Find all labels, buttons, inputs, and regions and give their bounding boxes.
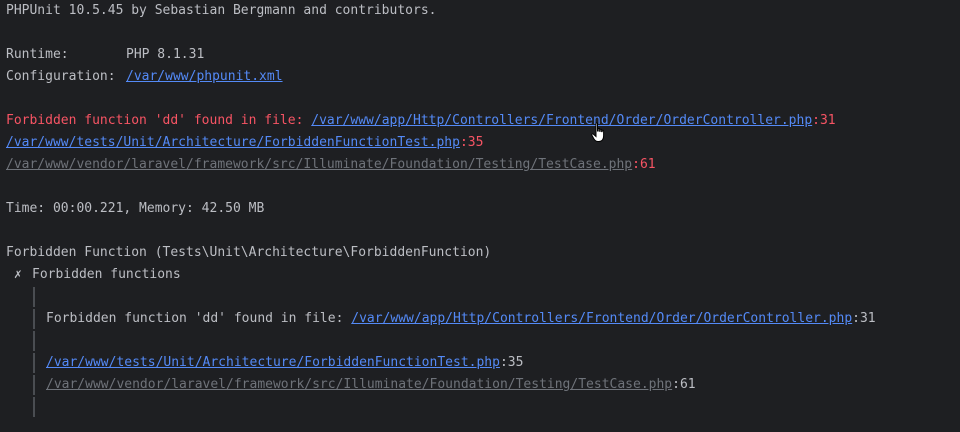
trace-line-number: :61 xyxy=(632,157,656,172)
indent-bar xyxy=(33,397,35,417)
trace-line: /var/www/vendor/laravel/framework/src/Il… xyxy=(6,154,954,176)
detail-line xyxy=(6,330,954,352)
test-name: Forbidden functions xyxy=(32,267,181,282)
time-memory-summary: Time: 00:00.221, Memory: 42.50 MB xyxy=(6,201,265,216)
detail-line xyxy=(6,286,954,308)
error-line: Forbidden function 'dd' found in file: /… xyxy=(6,110,954,132)
detail-trace-line-number: :61 xyxy=(672,377,696,392)
indent-bar xyxy=(33,287,35,307)
fail-cross-icon: ✗ xyxy=(14,267,22,282)
trace-line-number: :35 xyxy=(459,135,484,150)
indent-bar xyxy=(33,375,35,395)
trace-file-link[interactable]: /var/www/tests/Unit/Architecture/Forbidd… xyxy=(6,135,460,150)
error-file-link[interactable]: /var/www/app/Http/Controllers/Frontend/O… xyxy=(311,113,812,128)
indent-bar xyxy=(33,353,35,373)
error-line-number: :31 xyxy=(812,113,836,128)
detail-line-number: :31 xyxy=(852,311,876,326)
trace-file-link[interactable]: /var/www/vendor/laravel/framework/src/Il… xyxy=(6,157,632,172)
detail-line: /var/www/vendor/laravel/framework/src/Il… xyxy=(6,374,954,396)
configuration-path-link[interactable]: /var/www/phpunit.xml xyxy=(126,69,283,84)
configuration-line: Configuration: /var/www/phpunit.xml xyxy=(6,66,954,88)
runtime-label: Runtime: xyxy=(6,47,69,62)
detail-file-link[interactable]: /var/www/app/Http/Controllers/Frontend/O… xyxy=(351,308,852,330)
indent-bar xyxy=(33,331,35,351)
detail-line: Forbidden function 'dd' found in file: /… xyxy=(6,308,954,330)
trace-line: /var/www/tests/Unit/Architecture/Forbidd… xyxy=(6,132,954,154)
configuration-label: Configuration: xyxy=(6,69,116,84)
runtime-line: Runtime: PHP 8.1.31 xyxy=(6,44,954,66)
detail-message: Forbidden function 'dd' found in file: xyxy=(46,311,352,326)
detail-trace-line-number: :35 xyxy=(499,355,524,370)
test-result-line: ✗ Forbidden functions xyxy=(6,264,954,286)
detail-line: /var/www/tests/Unit/Architecture/Forbidd… xyxy=(6,352,954,374)
hand-pointer-icon xyxy=(591,122,605,142)
detail-trace-link[interactable]: /var/www/vendor/laravel/framework/src/Il… xyxy=(46,374,672,396)
error-message: Forbidden function 'dd' found in file: xyxy=(6,113,312,128)
runtime-value: PHP 8.1.31 xyxy=(126,47,205,62)
suite-title: Forbidden Function (Tests\Unit\Architect… xyxy=(6,245,492,260)
detail-line xyxy=(6,396,954,418)
detail-trace-link[interactable]: /var/www/tests/Unit/Architecture/Forbidd… xyxy=(46,352,500,374)
indent-bar xyxy=(33,309,35,329)
terminal-output: PHPUnit 10.5.45 by Sebastian Bergmann an… xyxy=(0,0,960,432)
version-line: PHPUnit 10.5.45 by Sebastian Bergmann an… xyxy=(6,3,437,18)
